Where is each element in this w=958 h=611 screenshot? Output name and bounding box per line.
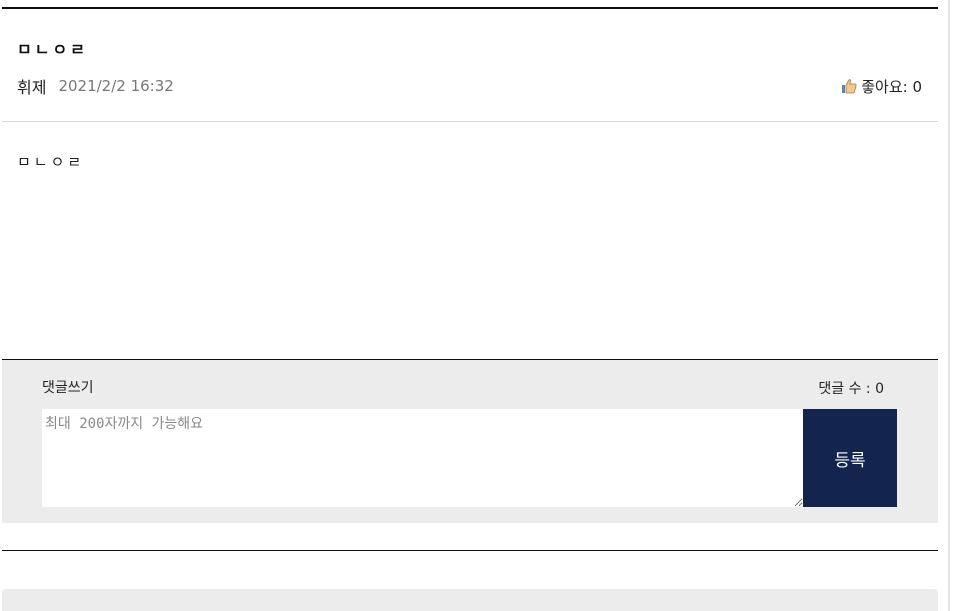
post-body: ㅁㄴㅇㄹ: [17, 153, 85, 171]
page-scrollbar-edge[interactable]: [948, 0, 950, 611]
post-detail-page: ㅁㄴㅇㄹ 휘제 2021/2/2 16:32 좋아요: 0 ㅁㄴㅇㄹ 댓글쓰기 …: [0, 0, 958, 611]
comment-count: 댓글 수 : 0: [818, 381, 884, 397]
comment-write-label: 댓글쓰기: [42, 380, 94, 396]
top-divider: [2, 7, 938, 9]
post-author: 휘제: [17, 78, 47, 97]
bottom-divider: [2, 550, 938, 551]
comment-write-section: 댓글쓰기 댓글 수 : 0 등록: [2, 359, 938, 523]
comment-textarea[interactable]: [42, 409, 803, 507]
like-count-label: 좋아요: 0: [861, 77, 922, 96]
thumbs-up-icon[interactable]: [841, 78, 857, 94]
submit-comment-button[interactable]: 등록: [803, 409, 897, 507]
post-title: ㅁㄴㅇㄹ: [17, 40, 88, 59]
like-button[interactable]: 좋아요: 0: [841, 76, 922, 97]
meta-divider: [2, 121, 938, 122]
comment-list-panel: [2, 589, 938, 611]
post-date: 2021/2/2 16:32: [58, 77, 174, 95]
post-meta: 휘제 2021/2/2 16:32 좋아요: 0: [17, 75, 922, 97]
